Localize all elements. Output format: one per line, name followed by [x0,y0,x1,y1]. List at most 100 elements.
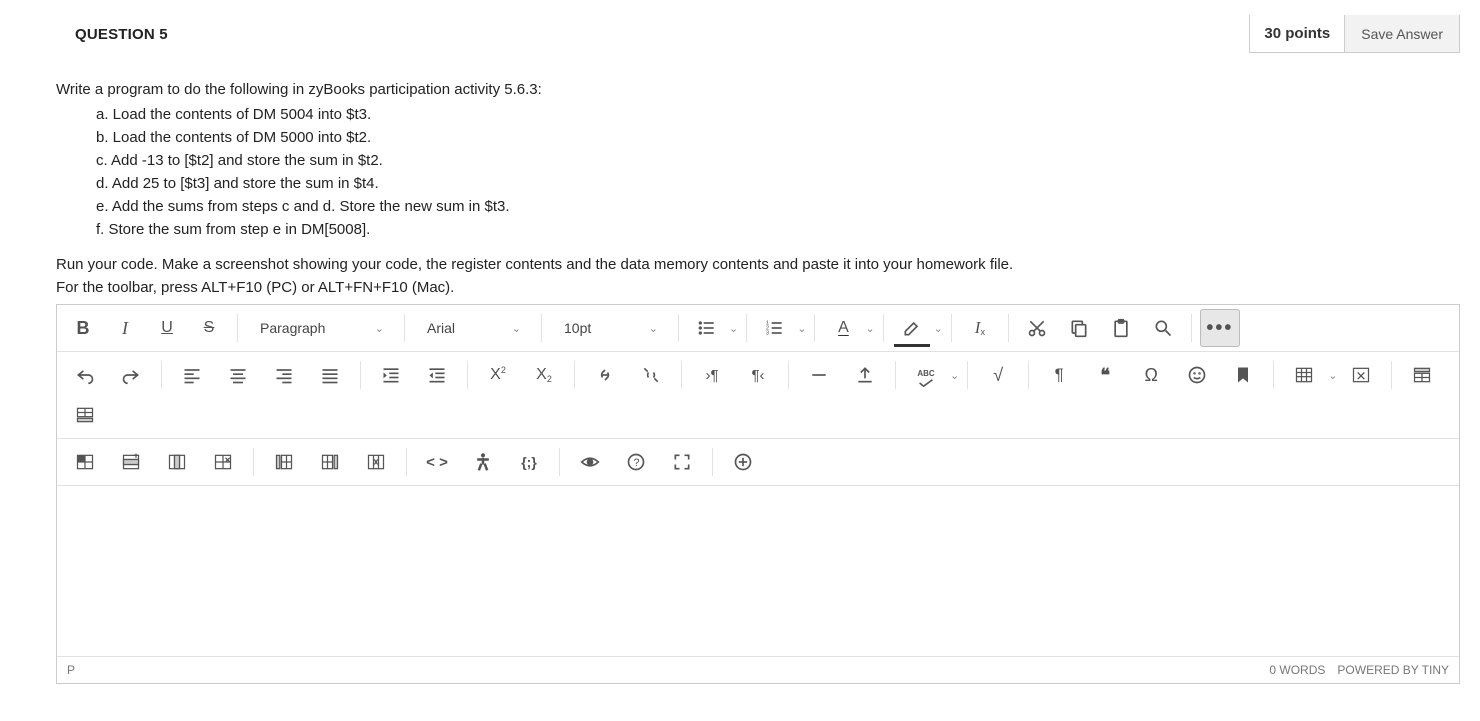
math-button[interactable]: √ [976,356,1020,394]
fullscreen-button[interactable] [660,443,704,481]
row-props-button[interactable] [109,443,153,481]
separator [360,361,361,389]
horizontal-rule-button[interactable] [797,356,841,394]
preview-button[interactable] [568,443,612,481]
copy-icon [1069,318,1089,338]
chevron-down-icon[interactable]: ⌄ [950,369,959,382]
align-left-icon [182,365,202,385]
strikethrough-button[interactable]: S [189,309,229,347]
code-sample-button[interactable]: {;} [507,443,551,481]
separator [1191,314,1192,342]
align-left-button[interactable] [170,356,214,394]
spellcheck-button[interactable]: ABC [904,356,948,394]
chevron-down-icon[interactable]: ⌄ [797,322,806,335]
outdent-button[interactable] [415,356,459,394]
highlight-color-button[interactable] [892,309,932,347]
del-col-icon [366,452,386,472]
row-above-button[interactable] [1400,356,1444,394]
add-content-button[interactable] [721,443,765,481]
element-path[interactable]: P [67,663,75,677]
col-props-icon [167,452,187,472]
paste-button[interactable] [1101,309,1141,347]
rtl-button[interactable]: ¶‹ [736,356,780,394]
separator [404,314,405,342]
col-props-button[interactable] [155,443,199,481]
unlink-icon [641,365,661,385]
question-steps: a. Load the contents of DM 5004 into $t3… [96,106,1460,238]
accessibility-button[interactable] [461,443,505,481]
col-left-button[interactable] [262,443,306,481]
question-title: QUESTION 5 [75,26,168,43]
italic-button[interactable]: I [105,309,145,347]
numbered-list-button[interactable]: 123 [755,309,795,347]
upload-icon [855,365,875,385]
separator [406,448,407,476]
underline-button[interactable]: U [147,309,187,347]
table-delete-icon [1351,365,1371,385]
step-c: c. Add -13 to [$t2] and store the sum in… [96,152,1460,169]
align-right-button[interactable] [262,356,306,394]
powered-by: POWERED BY TINY [1337,663,1449,677]
bullet-list-icon [697,318,717,338]
text-color-button[interactable]: A [823,309,863,347]
smile-icon [1187,365,1207,385]
bold-button[interactable]: B [63,309,103,347]
help-button[interactable]: ? [614,443,658,481]
save-answer-button[interactable]: Save Answer [1344,15,1460,53]
separator [467,361,468,389]
insert-file-button[interactable] [843,356,887,394]
redo-button[interactable] [109,356,153,394]
chevron-down-icon[interactable]: ⌄ [1328,369,1337,382]
separator [1028,361,1029,389]
align-justify-button[interactable] [308,356,352,394]
align-center-button[interactable] [216,356,260,394]
delete-table-button[interactable] [1339,356,1383,394]
special-char-button[interactable]: Ω [1129,356,1173,394]
remove-link-button[interactable] [629,356,673,394]
delete-row-col-button[interactable] [201,443,245,481]
bullet-list-button[interactable] [687,309,727,347]
separator [883,314,884,342]
cut-button[interactable] [1017,309,1057,347]
copy-button[interactable] [1059,309,1099,347]
blockquote-button[interactable]: ❝ [1083,356,1127,394]
undo-button[interactable] [63,356,107,394]
superscript-button[interactable]: X2 [476,356,520,394]
separator [967,361,968,389]
indent-button[interactable] [369,356,413,394]
find-replace-button[interactable] [1143,309,1183,347]
emoji-button[interactable] [1175,356,1219,394]
delete-col-button[interactable] [354,443,398,481]
table-x-icon [213,452,233,472]
anchor-button[interactable] [1221,356,1265,394]
more-button[interactable]: ••• [1200,309,1240,347]
col-right-button[interactable] [308,443,352,481]
bookmark-icon [1233,365,1253,385]
separator [712,448,713,476]
table-props-icon [75,452,95,472]
chevron-down-icon[interactable]: ⌄ [729,322,738,335]
step-d: d. Add 25 to [$t3] and store the sum in … [96,175,1460,192]
row-props-icon [121,452,141,472]
chevron-down-icon[interactable]: ⌄ [865,322,874,335]
chevron-down-icon[interactable]: ⌄ [934,322,943,335]
row-below-button[interactable] [63,396,107,434]
link-icon [595,365,615,385]
insert-table-button[interactable] [1282,356,1326,394]
subscript-button[interactable]: X2 [522,356,566,394]
minus-icon [809,365,829,385]
show-paragraph-button[interactable]: ¶ [1037,356,1081,394]
table-props-button[interactable] [63,443,107,481]
separator [678,314,679,342]
font-size-select[interactable]: 10pt⌄ [550,309,670,347]
separator [237,314,238,342]
block-format-select[interactable]: Paragraph⌄ [246,309,396,347]
ltr-button[interactable]: ›¶ [690,356,734,394]
insert-link-button[interactable] [583,356,627,394]
rich-text-editor: B I U S Paragraph⌄ Arial⌄ 10pt⌄ ⌄ 123 ⌄ … [56,304,1460,684]
html-source-button[interactable]: < > [415,443,459,481]
font-family-select[interactable]: Arial⌄ [413,309,533,347]
editor-content-area[interactable] [57,486,1459,656]
separator [951,314,952,342]
clear-formatting-button[interactable]: Ix [960,309,1000,347]
